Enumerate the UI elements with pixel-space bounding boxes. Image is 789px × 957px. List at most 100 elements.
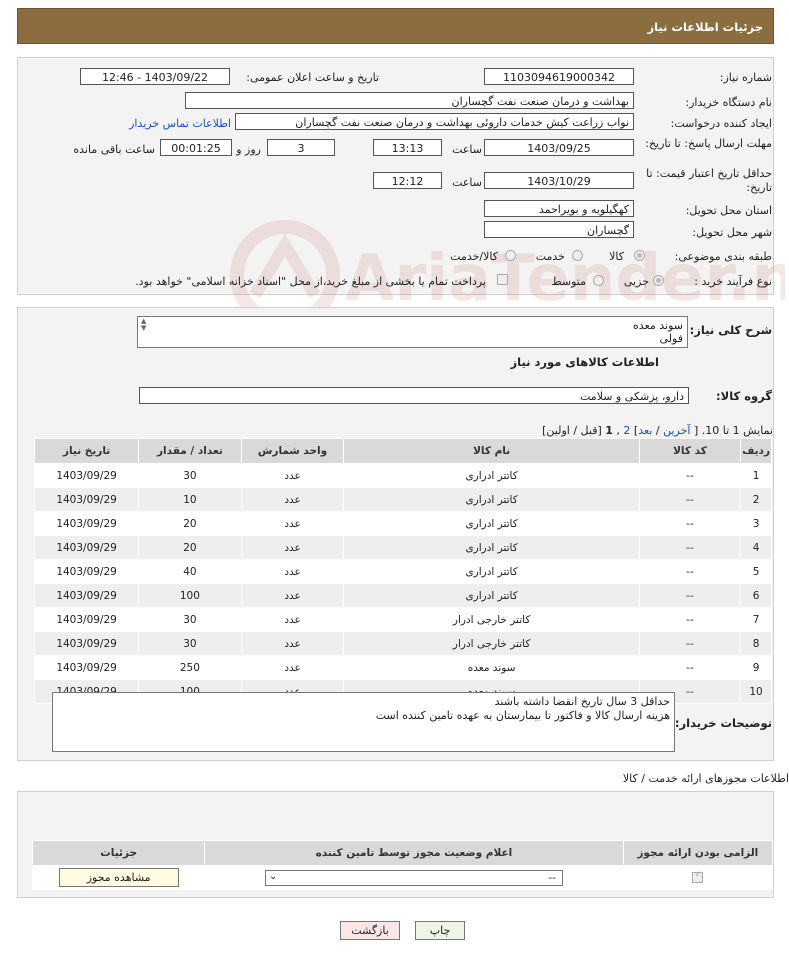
- remaining-time-field: 00:01:25: [160, 139, 232, 156]
- goods-cell-quantity: 40: [138, 559, 242, 584]
- goods-cell-code: --: [638, 607, 742, 632]
- goods-cell-unit: عدد: [240, 463, 345, 488]
- buyer-field: بهداشت و درمان صنعت نفت گچساران: [185, 92, 634, 109]
- goods-cell-code: --: [638, 463, 742, 488]
- goods-cell-quantity: 30: [138, 607, 242, 632]
- goods-cell-name: کاتتر ادراری: [343, 487, 640, 512]
- goods-row: 1 -- کاتتر ادراری عدد 30 1403/09/29: [33, 463, 772, 488]
- goods-row: 9 -- سوند معده عدد 250 1403/09/29: [33, 655, 772, 680]
- permit-status-cell: -- ⌄: [204, 865, 624, 890]
- process-medium-radio[interactable]: [593, 275, 604, 286]
- goods-cell-quantity: 20: [138, 535, 242, 560]
- goods-row: 7 -- کاتتر خارجی ادرار عدد 30 1403/09/29: [33, 607, 772, 632]
- permit-row: ✓ -- ⌄ مشاهده مجوز: [31, 865, 774, 890]
- col-row-header: ردیف: [740, 438, 772, 464]
- goods-group-field: دارو، پزشکی و سلامت: [139, 387, 689, 404]
- paging-page-2-link[interactable]: 2: [623, 424, 630, 437]
- col-name-header: نام کالا: [343, 438, 640, 464]
- goods-row: 6 -- کاتتر ادراری عدد 100 1403/09/29: [33, 583, 772, 608]
- permit-status-select-value: --: [548, 871, 556, 884]
- category-both-label: کالا/خدمت: [450, 250, 498, 263]
- check-icon: ✓: [694, 870, 702, 880]
- goods-cell-date: 1403/09/29: [33, 631, 140, 656]
- category-goods-radio[interactable]: [634, 250, 645, 261]
- category-both-radio[interactable]: [505, 250, 516, 261]
- summary-line-2: فولی: [659, 332, 683, 345]
- goods-cell-unit: عدد: [240, 511, 345, 536]
- goods-cell-code: --: [638, 655, 742, 680]
- creator-field: نواب زراعت کیش خدمات داروئی بهداشت و درم…: [235, 113, 634, 130]
- permit-required-checkbox: ✓: [692, 870, 704, 883]
- process-label: نوع فرآیند خرید :: [694, 275, 772, 288]
- buyer-label: نام دستگاه خریدار:: [685, 96, 772, 109]
- goods-cell-row-number: 6: [740, 583, 772, 608]
- goods-cell-date: 1403/09/29: [33, 463, 140, 488]
- buyer-notes-line-1: حداقل 3 سال تاریخ انقضا داشته باشند: [494, 695, 670, 708]
- goods-row: 5 -- کاتتر ادراری عدد 40 1403/09/29: [33, 559, 772, 584]
- summary-textarea[interactable]: سوند معده فولی: [137, 316, 688, 348]
- goods-row: 2 -- کاتتر ادراری عدد 10 1403/09/29: [33, 487, 772, 512]
- process-medium-label: متوسط: [551, 275, 586, 288]
- goods-cell-unit: عدد: [240, 535, 345, 560]
- goods-cell-row-number: 5: [740, 559, 772, 584]
- creator-label: ایجاد کننده درخواست:: [670, 117, 772, 130]
- paging-next-link[interactable]: بعد: [638, 424, 652, 437]
- city-field: گچساران: [484, 221, 634, 238]
- goods-cell-row-number: 8: [740, 631, 772, 656]
- goods-cell-row-number: 7: [740, 607, 772, 632]
- goods-cell-date: 1403/09/29: [33, 535, 140, 560]
- validity-date-field: 1403/10/29: [484, 172, 634, 189]
- goods-cell-row-number: 2: [740, 487, 772, 512]
- goods-cell-code: --: [638, 535, 742, 560]
- need-number-field: 1103094619000342: [484, 68, 634, 85]
- goods-cell-name: کاتتر ادراری: [343, 583, 640, 608]
- goods-cell-quantity: 10: [138, 487, 242, 512]
- validity-time-field: 12:12: [373, 172, 442, 189]
- permit-required-cell: ✓: [622, 865, 774, 890]
- time-word-1: ساعت: [452, 143, 482, 156]
- back-button[interactable]: بازگشت: [340, 921, 400, 940]
- buyer-notes-label: توضیحات خریدار:: [674, 716, 772, 730]
- category-service-radio[interactable]: [572, 250, 583, 261]
- page-header: جزئیات اطلاعات نیاز: [17, 8, 774, 44]
- goods-cell-quantity: 30: [138, 463, 242, 488]
- goods-cell-row-number: 3: [740, 511, 772, 536]
- goods-cell-name: کاتتر ادراری: [343, 559, 640, 584]
- buyer-contact-link[interactable]: اطلاعات تماس خریدار: [129, 117, 231, 130]
- buyer-notes-textarea[interactable]: حداقل 3 سال تاریخ انقضا داشته باشند هزین…: [52, 692, 675, 752]
- goods-cell-row-number: 4: [740, 535, 772, 560]
- summary-scroll-arrows-icon[interactable]: ▲ ▼: [141, 318, 146, 332]
- province-label: استان محل تحویل:: [685, 204, 772, 217]
- category-label: طبقه بندی موضوعی:: [674, 250, 772, 263]
- goods-cell-row-number: 1: [740, 463, 772, 488]
- goods-cell-date: 1403/09/29: [33, 487, 140, 512]
- paging-sep: /: [652, 424, 664, 437]
- goods-cell-name: کاتتر خارجی ادرار: [343, 631, 640, 656]
- treasury-payment-checkbox[interactable]: [497, 274, 508, 285]
- goods-cell-date: 1403/09/29: [33, 511, 140, 536]
- goods-cell-unit: عدد: [240, 583, 345, 608]
- goods-cell-code: --: [638, 631, 742, 656]
- goods-cell-unit: عدد: [240, 655, 345, 680]
- days-word: روز و: [236, 143, 261, 156]
- permit-details-cell: مشاهده مجوز: [31, 865, 206, 890]
- summary-label: شرح کلی نیاز:: [689, 323, 772, 337]
- goods-table-header: ردیف کد کالا نام کالا واحد شمارش تعداد /…: [33, 438, 772, 464]
- paging-last-link[interactable]: آخرین: [663, 424, 690, 437]
- city-label: شهر محل تحویل:: [692, 226, 772, 239]
- process-minor-label: جزیی: [623, 275, 649, 288]
- deadline-time-field: 13:13: [373, 139, 442, 156]
- process-minor-radio[interactable]: [653, 275, 664, 286]
- goods-cell-date: 1403/09/29: [33, 655, 140, 680]
- col-code-header: کد کالا: [638, 438, 742, 464]
- validity-label: حداقل تاریخ اعتبار قیمت: تا تاریخ:: [646, 167, 772, 194]
- goods-cell-unit: عدد: [240, 559, 345, 584]
- goods-table: ردیف کد کالا نام کالا واحد شمارش تعداد /…: [33, 438, 772, 704]
- permit-status-select[interactable]: -- ⌄: [264, 869, 563, 886]
- print-button[interactable]: چاپ: [415, 921, 465, 940]
- col-unit-header: واحد شمارش: [240, 438, 345, 464]
- view-permit-button[interactable]: مشاهده مجوز: [58, 868, 179, 887]
- days-field: 3: [267, 139, 335, 156]
- chevron-down-icon: ⌄: [268, 870, 278, 882]
- goods-cell-row-number: 10: [740, 679, 772, 704]
